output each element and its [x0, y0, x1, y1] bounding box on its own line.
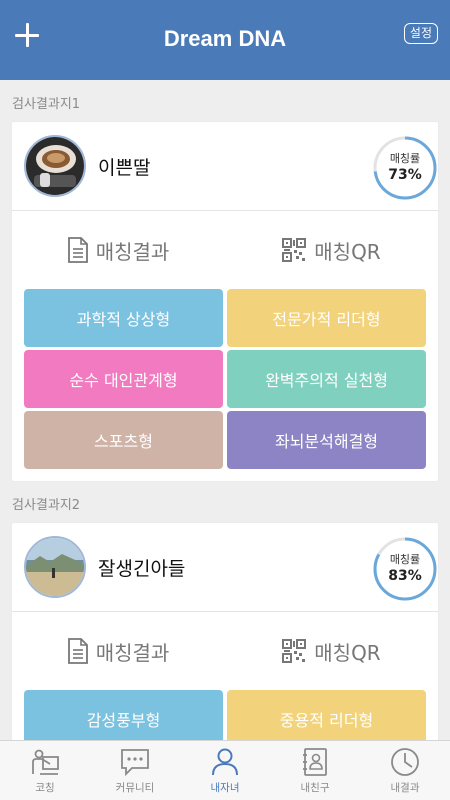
- app-header: Dream DNA 설정: [0, 0, 450, 80]
- community-icon: [121, 749, 149, 777]
- bottom-tab-bar: 코칭 커뮤니티 내자녀 내친구 내결과: [0, 740, 450, 800]
- type-tag[interactable]: 스포츠형: [24, 411, 223, 469]
- profile-row[interactable]: 잘생긴아들 매칭률 83%: [12, 523, 438, 612]
- rate-label: 매칭률: [389, 553, 421, 566]
- matching-result-button[interactable]: 매칭결과: [12, 236, 225, 265]
- profile-row[interactable]: 이쁜딸 매칭률 73%: [12, 122, 438, 211]
- matching-qr-button[interactable]: 매칭QR: [225, 637, 438, 666]
- tab-label: 코칭: [35, 782, 55, 794]
- type-tag[interactable]: 완벽주의적 실천형: [227, 350, 426, 408]
- tab-my-results[interactable]: 내결과: [360, 741, 450, 800]
- qr-code-icon: [282, 639, 307, 663]
- document-icon: [67, 638, 88, 664]
- type-tag-grid: 감성풍부형 중용적 리더형: [12, 690, 438, 740]
- contacts-icon: [303, 748, 327, 776]
- child-name: 잘생긴아들: [98, 557, 186, 580]
- rate-label: 매칭률: [389, 152, 421, 165]
- app-title: Dream DNA: [163, 26, 287, 51]
- result-card: 잘생긴아들 매칭률 83% 매칭결과 매칭QR 감성풍부형 중용적 리더형: [12, 523, 438, 740]
- matching-result-button[interactable]: 매칭결과: [12, 637, 225, 666]
- rate-value: 73%: [388, 167, 422, 183]
- document-icon: [67, 237, 88, 263]
- settings-button[interactable]: 설정: [403, 23, 438, 44]
- section-label: 검사결과지2: [12, 498, 81, 513]
- type-tag[interactable]: 순수 대인관계형: [24, 350, 223, 408]
- tab-label: 내결과: [390, 782, 420, 794]
- action-row: 매칭결과 매칭QR: [12, 612, 438, 690]
- tab-label: 내친구: [300, 782, 330, 794]
- add-icon[interactable]: [14, 22, 40, 48]
- results-list[interactable]: 검사결과지1 이쁜딸 매칭률 73% 매칭결과 매칭QR 과학적 상상형 전문가…: [0, 80, 450, 740]
- avatar: [24, 135, 86, 197]
- coaching-icon: [32, 749, 59, 775]
- type-tag[interactable]: 좌뇌분석해결형: [227, 411, 426, 469]
- tab-my-friends[interactable]: 내친구: [270, 741, 360, 800]
- type-tag[interactable]: 감성풍부형: [24, 690, 223, 740]
- person-icon: [212, 748, 238, 776]
- matching-qr-button[interactable]: 매칭QR: [225, 236, 438, 265]
- type-tag[interactable]: 중용적 리더형: [227, 690, 426, 740]
- tab-label: 커뮤니티: [115, 782, 155, 794]
- child-name: 이쁜딸: [98, 156, 151, 179]
- type-tag[interactable]: 전문가적 리더형: [227, 289, 426, 347]
- section-label: 검사결과지1: [12, 97, 81, 112]
- matching-result-label: 매칭결과: [95, 239, 170, 264]
- type-tag-grid: 과학적 상상형 전문가적 리더형 순수 대인관계형 완벽주의적 실천형 스포츠형…: [12, 289, 438, 481]
- tab-community[interactable]: 커뮤니티: [90, 741, 180, 800]
- qr-code-icon: [282, 238, 307, 262]
- tab-coaching[interactable]: 코칭: [0, 741, 90, 800]
- matching-result-label: 매칭결과: [95, 640, 170, 665]
- avatar: [24, 536, 86, 598]
- result-card: 이쁜딸 매칭률 73% 매칭결과 매칭QR 과학적 상상형 전문가적 리더형 순…: [12, 122, 438, 481]
- matching-qr-label: 매칭QR: [314, 640, 381, 665]
- action-row: 매칭결과 매칭QR: [12, 211, 438, 289]
- clock-icon: [391, 748, 419, 776]
- type-tag[interactable]: 과학적 상상형: [24, 289, 223, 347]
- tab-label: 내자녀: [210, 782, 240, 794]
- matching-qr-label: 매칭QR: [314, 239, 381, 264]
- rate-value: 83%: [388, 568, 422, 584]
- matching-rate-gauge: 매칭률 83%: [372, 536, 438, 602]
- tab-my-children[interactable]: 내자녀: [180, 741, 270, 800]
- matching-rate-gauge: 매칭률 73%: [372, 135, 438, 201]
